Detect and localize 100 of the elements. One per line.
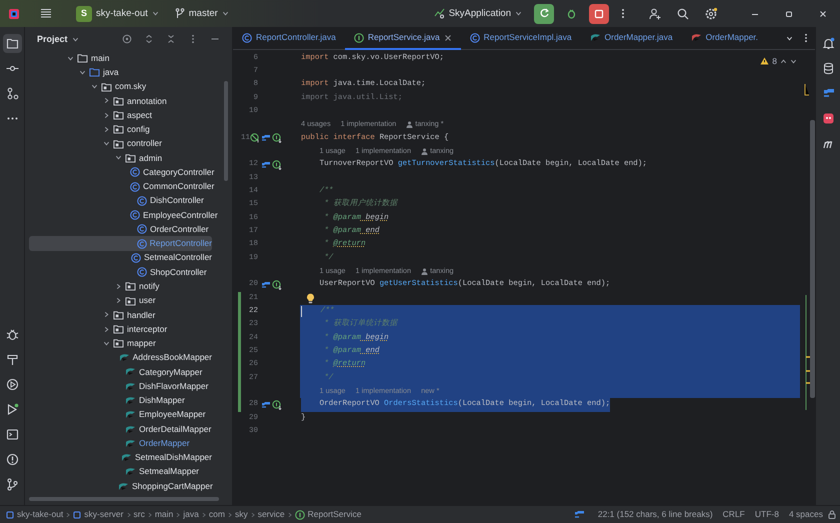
mapper-link-icon[interactable] (261, 160, 271, 170)
file-encoding[interactable]: UTF-8 (750, 508, 784, 521)
flag-icon[interactable] (574, 510, 585, 519)
tree-row[interactable]: config (29, 122, 212, 137)
breadcrumb[interactable]: main (152, 508, 176, 521)
tree-item-label[interactable]: CategoryMapper (139, 366, 202, 378)
chevron-down-icon[interactable] (515, 10, 522, 17)
tree-item-label[interactable]: OrderMapper (139, 436, 190, 450)
breadcrumb[interactable]: src (132, 508, 147, 521)
chevron-right-icon[interactable] (103, 311, 110, 318)
close-icon[interactable] (444, 34, 452, 42)
editor-tab[interactable]: ReportServiceImpl.java (460, 27, 581, 50)
cursor-position[interactable]: 22:1 (152 chars, 6 line breaks) (592, 508, 718, 521)
tree-row[interactable]: OrderDetailMapper (29, 422, 212, 436)
change-marker[interactable] (238, 345, 241, 358)
tree-row[interactable]: admin (29, 150, 212, 166)
tree-item-label[interactable]: SetmealController (144, 251, 212, 264)
tree-item-label[interactable]: CommonController (143, 180, 214, 193)
change-marker[interactable] (238, 358, 241, 372)
implementation-icon[interactable] (272, 133, 282, 144)
tree-row[interactable]: user (29, 294, 212, 308)
tree-row[interactable]: OrderMapper (29, 436, 212, 450)
rerun-button[interactable] (534, 4, 554, 24)
indent-setting[interactable]: 4 spaces (784, 508, 828, 521)
tree-item-label[interactable]: admin (139, 152, 162, 164)
tree-item-label[interactable]: annotation (127, 94, 167, 108)
tree-item-label[interactable]: SetmealDishMapper (134, 451, 212, 464)
tree-row[interactable]: java (29, 65, 212, 80)
tree-item-label[interactable]: java (103, 66, 119, 79)
chevron-right-icon[interactable] (103, 326, 110, 333)
tree-row[interactable]: SetmealController (29, 250, 212, 265)
tree-row[interactable]: AddressBookMapper (29, 350, 212, 365)
tree-row[interactable]: notify (29, 279, 212, 294)
tree-row[interactable]: CategoryController (29, 165, 212, 180)
tree-row[interactable]: mapper (29, 336, 212, 351)
chevron-down-icon[interactable] (103, 140, 110, 148)
tree-row[interactable]: DishMapper (29, 393, 212, 408)
tree-item-label[interactable]: OrderController (150, 222, 209, 236)
chevron-down-icon[interactable] (115, 154, 122, 162)
chevron-down-icon[interactable] (786, 34, 793, 42)
tree-row[interactable]: main (29, 51, 212, 66)
chevron-right-icon[interactable] (103, 126, 110, 133)
tree-item-label[interactable]: ReportController (150, 237, 212, 250)
tree-row[interactable]: ShopController (29, 264, 212, 280)
editor-tab[interactable]: ReportService.java (344, 27, 461, 50)
tree-row[interactable]: DishController (29, 194, 212, 208)
tree-item-label[interactable]: main (91, 52, 110, 64)
tree-item-label[interactable]: config (127, 123, 150, 136)
tree-row[interactable]: SetmealDishMapper (29, 450, 212, 465)
stop-button[interactable] (589, 4, 609, 24)
mapper-link-icon[interactable] (261, 400, 271, 410)
tree-item-label[interactable]: aspect (127, 108, 152, 122)
run-configuration-selector[interactable]: SkyApplication (430, 6, 526, 21)
chevron-down-icon[interactable] (79, 68, 86, 76)
tree-row[interactable]: DishFlavorMapper (29, 379, 212, 394)
tree-row[interactable]: CategoryMapper (29, 364, 212, 380)
chevron-right-icon[interactable] (103, 112, 110, 119)
chevron-right-icon[interactable] (115, 282, 122, 290)
tree-item-label[interactable]: DishController (150, 194, 204, 208)
implementation-icon[interactable] (272, 280, 282, 290)
chevron-right-icon[interactable] (103, 97, 110, 104)
tree-item-label[interactable]: AddressBookMapper (132, 351, 212, 364)
tree-item-label[interactable]: EmployeeController (143, 208, 218, 222)
breadcrumb[interactable]: sky-take-out (4, 508, 66, 521)
tree-item-label[interactable]: ShoppingCartMapper (132, 480, 213, 492)
mapper-link-icon[interactable] (261, 133, 271, 144)
tree-item-label[interactable]: ShopController (150, 266, 207, 278)
tree-item-label[interactable]: CategoryController (143, 166, 214, 179)
chevron-down-icon[interactable] (222, 10, 229, 17)
workspace-switcher[interactable]: S sky-take-out (72, 4, 163, 24)
tree-row[interactable]: CommonController (29, 179, 212, 194)
editor-tab[interactable]: OrderMapper.java (580, 27, 682, 50)
tree-item-label[interactable]: DishMapper (139, 394, 185, 407)
breadcrumb[interactable]: sky (232, 508, 250, 521)
breadcrumb[interactable]: ReportService (292, 508, 364, 521)
tree-row[interactable]: interceptor (29, 322, 212, 336)
scrollbar-thumb[interactable] (224, 81, 228, 181)
tree-item-label[interactable]: handler (127, 308, 156, 322)
lock-icon[interactable] (828, 510, 836, 519)
bean-icon[interactable] (250, 133, 260, 144)
tree-item-label[interactable]: SetmealMapper (139, 465, 200, 478)
change-marker[interactable] (238, 292, 241, 306)
tree-item-label[interactable]: com.sky (115, 80, 146, 94)
implementation-icon[interactable] (272, 160, 282, 170)
tree-row[interactable]: controller (29, 136, 212, 151)
implementation-icon[interactable] (272, 400, 282, 410)
chevron-right-icon[interactable] (115, 297, 122, 304)
warning-icon[interactable] (760, 57, 770, 66)
editor-tab[interactable]: ReportController.java (233, 27, 345, 50)
chevron-down-icon[interactable] (103, 340, 110, 347)
tree-item-label[interactable]: OrderDetailMapper (139, 422, 212, 436)
chevron-down-icon[interactable] (72, 36, 79, 42)
mapper-link-icon[interactable] (261, 280, 271, 290)
chevron-up-icon[interactable] (780, 58, 787, 65)
project-view-selector[interactable]: Project (33, 32, 83, 46)
tree-item-label[interactable]: user (139, 294, 156, 308)
change-marker[interactable] (238, 372, 241, 386)
change-marker[interactable] (238, 332, 241, 346)
tree-item-label[interactable]: EmployeeMapper (139, 408, 206, 422)
tree-row[interactable]: aspect (29, 108, 212, 122)
